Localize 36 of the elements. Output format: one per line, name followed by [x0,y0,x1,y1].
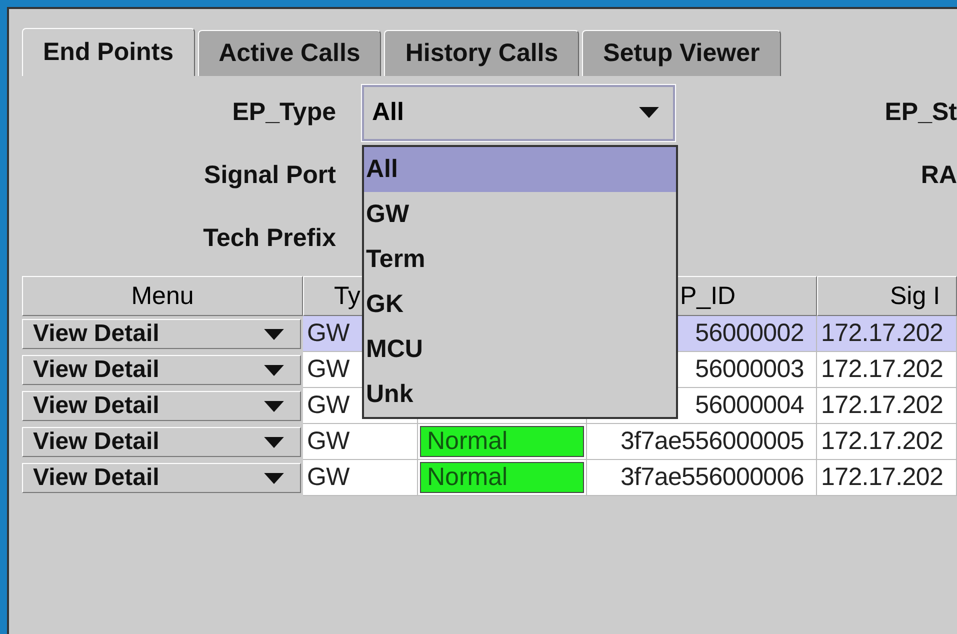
table-cell: 3f7ae556000006 [587,460,817,496]
menu-dropdown[interactable]: View Detail [22,463,301,493]
caret-icon [262,328,286,340]
table-cell: 172.17.202 [817,352,957,388]
table-cell: 3f7ae556000005 [587,424,817,460]
field-label: Tech Prefix [202,224,337,253]
tab[interactable]: Active Calls [198,30,382,76]
caret-icon [262,436,286,448]
table-cell: GW [303,460,418,496]
table-cell: 172.17.202 [817,316,957,352]
caret-icon [637,107,661,118]
menu-dropdown[interactable]: View Detail [22,427,301,457]
menu-dropdown[interactable]: View Detail [22,319,301,349]
caret-icon [262,364,286,376]
status-indicator: Normal [420,462,584,493]
table-cell: 172.17.202 [817,388,957,424]
caret-icon [262,400,286,412]
tab[interactable]: History Calls [384,30,580,76]
status-indicator: Normal [420,426,584,457]
dropdown-option[interactable]: All [364,147,676,192]
field-label: EP_Type [231,98,337,127]
menu-dropdown[interactable]: View Detail [22,355,301,385]
dropdown-option[interactable]: GW [364,192,676,237]
column-header[interactable]: Menu [22,276,303,316]
menu-dropdown[interactable]: View Detail [22,391,301,421]
column-header[interactable]: Sig I [817,276,957,316]
table-cell: GW [303,424,418,460]
field-label: RA [920,161,957,190]
field-label: EP_St [884,98,957,127]
table-cell: 172.17.202 [817,460,957,496]
table-cell: 172.17.202 [817,424,957,460]
caret-icon [262,472,286,484]
field-label: Signal Port [203,161,337,190]
tab[interactable]: Setup Viewer [582,30,781,76]
tab[interactable]: End Points [22,28,195,76]
type-dropdown[interactable]: All [362,84,675,140]
